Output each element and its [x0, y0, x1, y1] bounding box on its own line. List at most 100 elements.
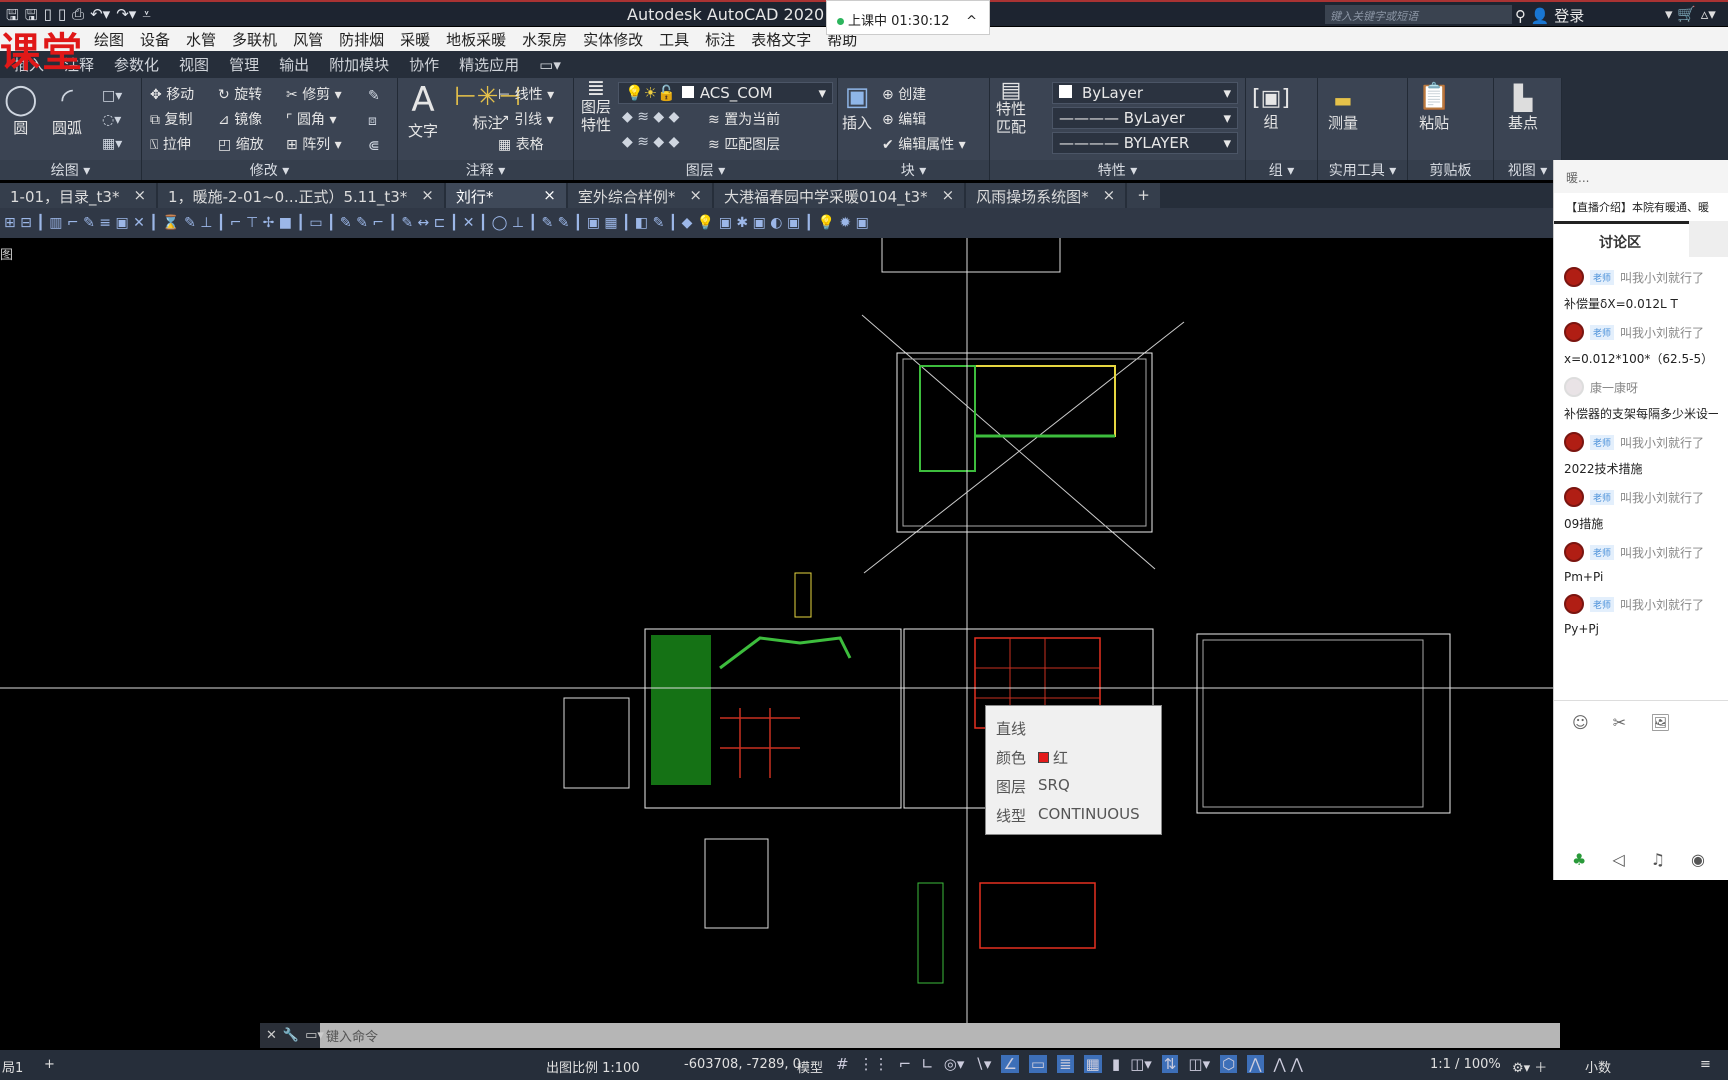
match-properties-button[interactable]: ▤ 特性匹配 — [994, 80, 1028, 137]
close-icon[interactable]: × — [1103, 186, 1116, 205]
wrench-icon[interactable]: 🔧 — [283, 1028, 299, 1043]
leader-button[interactable]: ↗ 引线 ▾ — [498, 109, 554, 129]
gift-icon[interactable]: ♣ — [1572, 850, 1586, 869]
ribbon-tab[interactable]: 管理 — [229, 54, 259, 75]
panel-label[interactable]: 特性 ▾ — [990, 160, 1245, 180]
speaker-icon[interactable]: ◁ — [1612, 850, 1624, 869]
ribbon-tab[interactable]: 参数化 — [114, 54, 159, 75]
collapse-icon[interactable]: ^ — [966, 14, 977, 29]
measure-button[interactable]: ▬ 测量 — [1328, 88, 1358, 133]
add-layout-button[interactable]: + — [44, 1057, 55, 1072]
fillet-button[interactable]: ⌜ 圆角 ▾ — [286, 109, 337, 129]
lineweight-dropdown[interactable]: ———— BYLAYER ▾ — [1052, 132, 1238, 154]
emoji-icon[interactable]: ☺ — [1572, 713, 1589, 732]
menu-item[interactable]: 实体修改 — [583, 29, 643, 50]
create-block-button[interactable]: ⊕ 创建 — [882, 84, 926, 104]
insert-block-button[interactable]: ▣ 插入 — [842, 82, 872, 133]
menu-item[interactable]: 采暖 — [400, 29, 430, 50]
panel-label[interactable]: 实用工具 ▾ — [1318, 160, 1407, 180]
menu-item[interactable]: 表格文字 — [751, 29, 811, 50]
close-icon[interactable]: × — [543, 186, 556, 205]
command-input[interactable]: 键入命令 — [326, 1026, 378, 1045]
cart-icon[interactable]: ▾ 🛒 ▵▾ — [1665, 5, 1716, 23]
ribbon-tab[interactable]: 视图 — [179, 54, 209, 75]
match-layer-button[interactable]: ≋ 匹配图层 — [708, 134, 780, 154]
move-button[interactable]: ✥ 移动 — [150, 84, 194, 104]
rotate-button[interactable]: ↻ 旋转 — [218, 84, 262, 104]
panel-label[interactable]: 组 ▾ — [1246, 160, 1317, 180]
doc-tab[interactable]: 大港福春园中学采暖0104_t3* × — [713, 183, 965, 208]
ribbon-tab[interactable]: 精选应用 — [459, 54, 519, 75]
status-toggles[interactable]: # ⋮⋮ ⌐ ∟ ◎▾ ∖▾ ∠ ▭ ≣ ▦ ▮ ◫▾ ⇅ ◫▾ ⬡ ⋀ ⋀ ⋀ — [836, 1055, 1303, 1073]
layer-tool-icons[interactable]: ◆ ≋ ◆ ◆ — [622, 109, 679, 125]
ribbon-tab[interactable]: 输出 — [279, 54, 309, 75]
close-icon[interactable]: × — [421, 186, 434, 205]
viewport-label[interactable]: 图 — [0, 244, 13, 263]
class-timer-popup[interactable]: 上课中 01:30:12 ^ — [826, 0, 990, 35]
menu-item[interactable]: 风管 — [293, 29, 323, 50]
table-button[interactable]: ▦ 表格 — [498, 134, 544, 154]
image-icon[interactable]: 🖼 — [1650, 713, 1670, 732]
menu-item[interactable]: 标注 — [705, 29, 735, 50]
modify-more-icons[interactable]: ✎ ⧈ ⋐ — [368, 84, 380, 159]
menu-item[interactable]: 防排烟 — [339, 29, 384, 50]
new-tab-button[interactable]: + — [1127, 183, 1160, 208]
tab-other[interactable] — [1689, 221, 1728, 257]
search-input[interactable]: 键入关键字或短语 — [1325, 5, 1512, 24]
command-icon[interactable]: ▭▾ — [305, 1028, 324, 1043]
panel-label[interactable]: 块 ▾ — [838, 160, 989, 180]
layer-tool-icons-2[interactable]: ◆ ≋ ◆ ◆ — [622, 134, 679, 150]
doc-tab-active[interactable]: 刘行* × — [445, 183, 566, 208]
array-button[interactable]: ⊞ 阵列 ▾ — [286, 134, 342, 154]
customize-icon[interactable]: ≡ — [1700, 1057, 1711, 1072]
linetype-dropdown[interactable]: ———— ByLayer ▾ — [1052, 107, 1238, 129]
panel-label[interactable]: 绘图 ▾ — [0, 160, 141, 180]
music-icon[interactable]: ♫ — [1651, 850, 1665, 869]
stretch-button[interactable]: ⍂ 拉伸 — [150, 134, 191, 154]
layer-properties-button[interactable]: ≣ 图层特性 — [578, 78, 614, 135]
copy-button[interactable]: ⧉ 复制 — [150, 109, 192, 129]
edit-attributes-button[interactable]: ✔ 编辑属性 ▾ — [882, 134, 966, 154]
menu-item[interactable]: 地板采暖 — [446, 29, 506, 50]
tool-icons[interactable]: ⊞ ⊟ ┃ ▥ ⌐ ✎ ≡ ▣ ✕ ┃ ⌛ ✎ ⊥ ┃ ⌐ ⊤ ✢ ■ ┃ ▭ … — [4, 215, 869, 231]
ribbon-tab[interactable]: 协作 — [409, 54, 439, 75]
scale-button[interactable]: ◰ 缩放 — [218, 134, 264, 154]
model-space-button[interactable]: 模型 — [797, 1057, 823, 1076]
arc-button[interactable]: ◜ 圆弧 — [52, 82, 82, 138]
circle-button[interactable]: ◯ 圆 — [4, 82, 38, 138]
layout-tab[interactable]: 局1 — [2, 1057, 23, 1076]
layer-dropdown[interactable]: 💡☀🔓 ACS_COM ▾ — [618, 82, 833, 104]
units-dropdown[interactable]: 小数 — [1585, 1057, 1611, 1076]
scissors-icon[interactable]: ✂ — [1613, 713, 1626, 732]
linear-button[interactable]: ⊢ 线性 ▾ — [498, 84, 554, 104]
color-dropdown[interactable]: ByLayer ▾ — [1052, 82, 1238, 104]
menu-item[interactable]: 水泵房 — [522, 29, 567, 50]
draw-more-icons[interactable]: □▾ ◌▾ ▦▾ — [102, 84, 122, 156]
message-list[interactable]: 老师 叫我小刘就行了 补偿量δX=0.012L T 老师 叫我小刘就行了 x=0.012… — [1554, 257, 1728, 677]
annotation-scale[interactable]: 1:1 / 100% — [1430, 1057, 1501, 1072]
workspace-gear-icon[interactable]: ⚙▾ ＋ — [1512, 1057, 1547, 1076]
menu-item[interactable]: 多联机 — [232, 29, 277, 50]
edit-block-button[interactable]: ⊕ 编辑 — [882, 109, 926, 129]
mirror-button[interactable]: ⊿ 镜像 — [218, 109, 262, 129]
set-current-button[interactable]: ≋ 置为当前 — [708, 109, 780, 129]
panel-label[interactable]: 注释 ▾ — [398, 160, 573, 180]
panel-label[interactable]: 修改 ▾ — [142, 160, 397, 180]
trim-button[interactable]: ✂ 修剪 ▾ — [286, 84, 342, 104]
menu-item[interactable]: 工具 — [659, 29, 689, 50]
doc-tab[interactable]: 1，暖施-2-01~0...正式）5.11_t3* × — [158, 183, 444, 208]
paste-button[interactable]: 📋 粘贴 — [1418, 82, 1450, 133]
ribbon-tab[interactable]: 附加模块 — [329, 54, 389, 75]
close-icon[interactable]: × — [133, 186, 146, 205]
plot-scale[interactable]: 出图比例 1:100 — [546, 1057, 640, 1076]
text-button[interactable]: A 文字 — [408, 80, 438, 141]
menu-item[interactable]: 水管 — [186, 29, 216, 50]
doc-tab[interactable]: 风雨操场系统图* × — [966, 183, 1126, 208]
group-button[interactable]: [▣] 组 — [1252, 86, 1290, 132]
tab-discussion[interactable]: 讨论区 — [1554, 221, 1689, 257]
location-icon[interactable]: ◉ — [1691, 850, 1705, 869]
menu-item[interactable]: 设备 — [140, 29, 170, 50]
doc-tab[interactable]: 室外综合样例* × — [567, 183, 712, 208]
close-icon[interactable]: × — [689, 186, 702, 205]
ribbon-options-icon[interactable]: ▭▾ — [539, 56, 561, 74]
